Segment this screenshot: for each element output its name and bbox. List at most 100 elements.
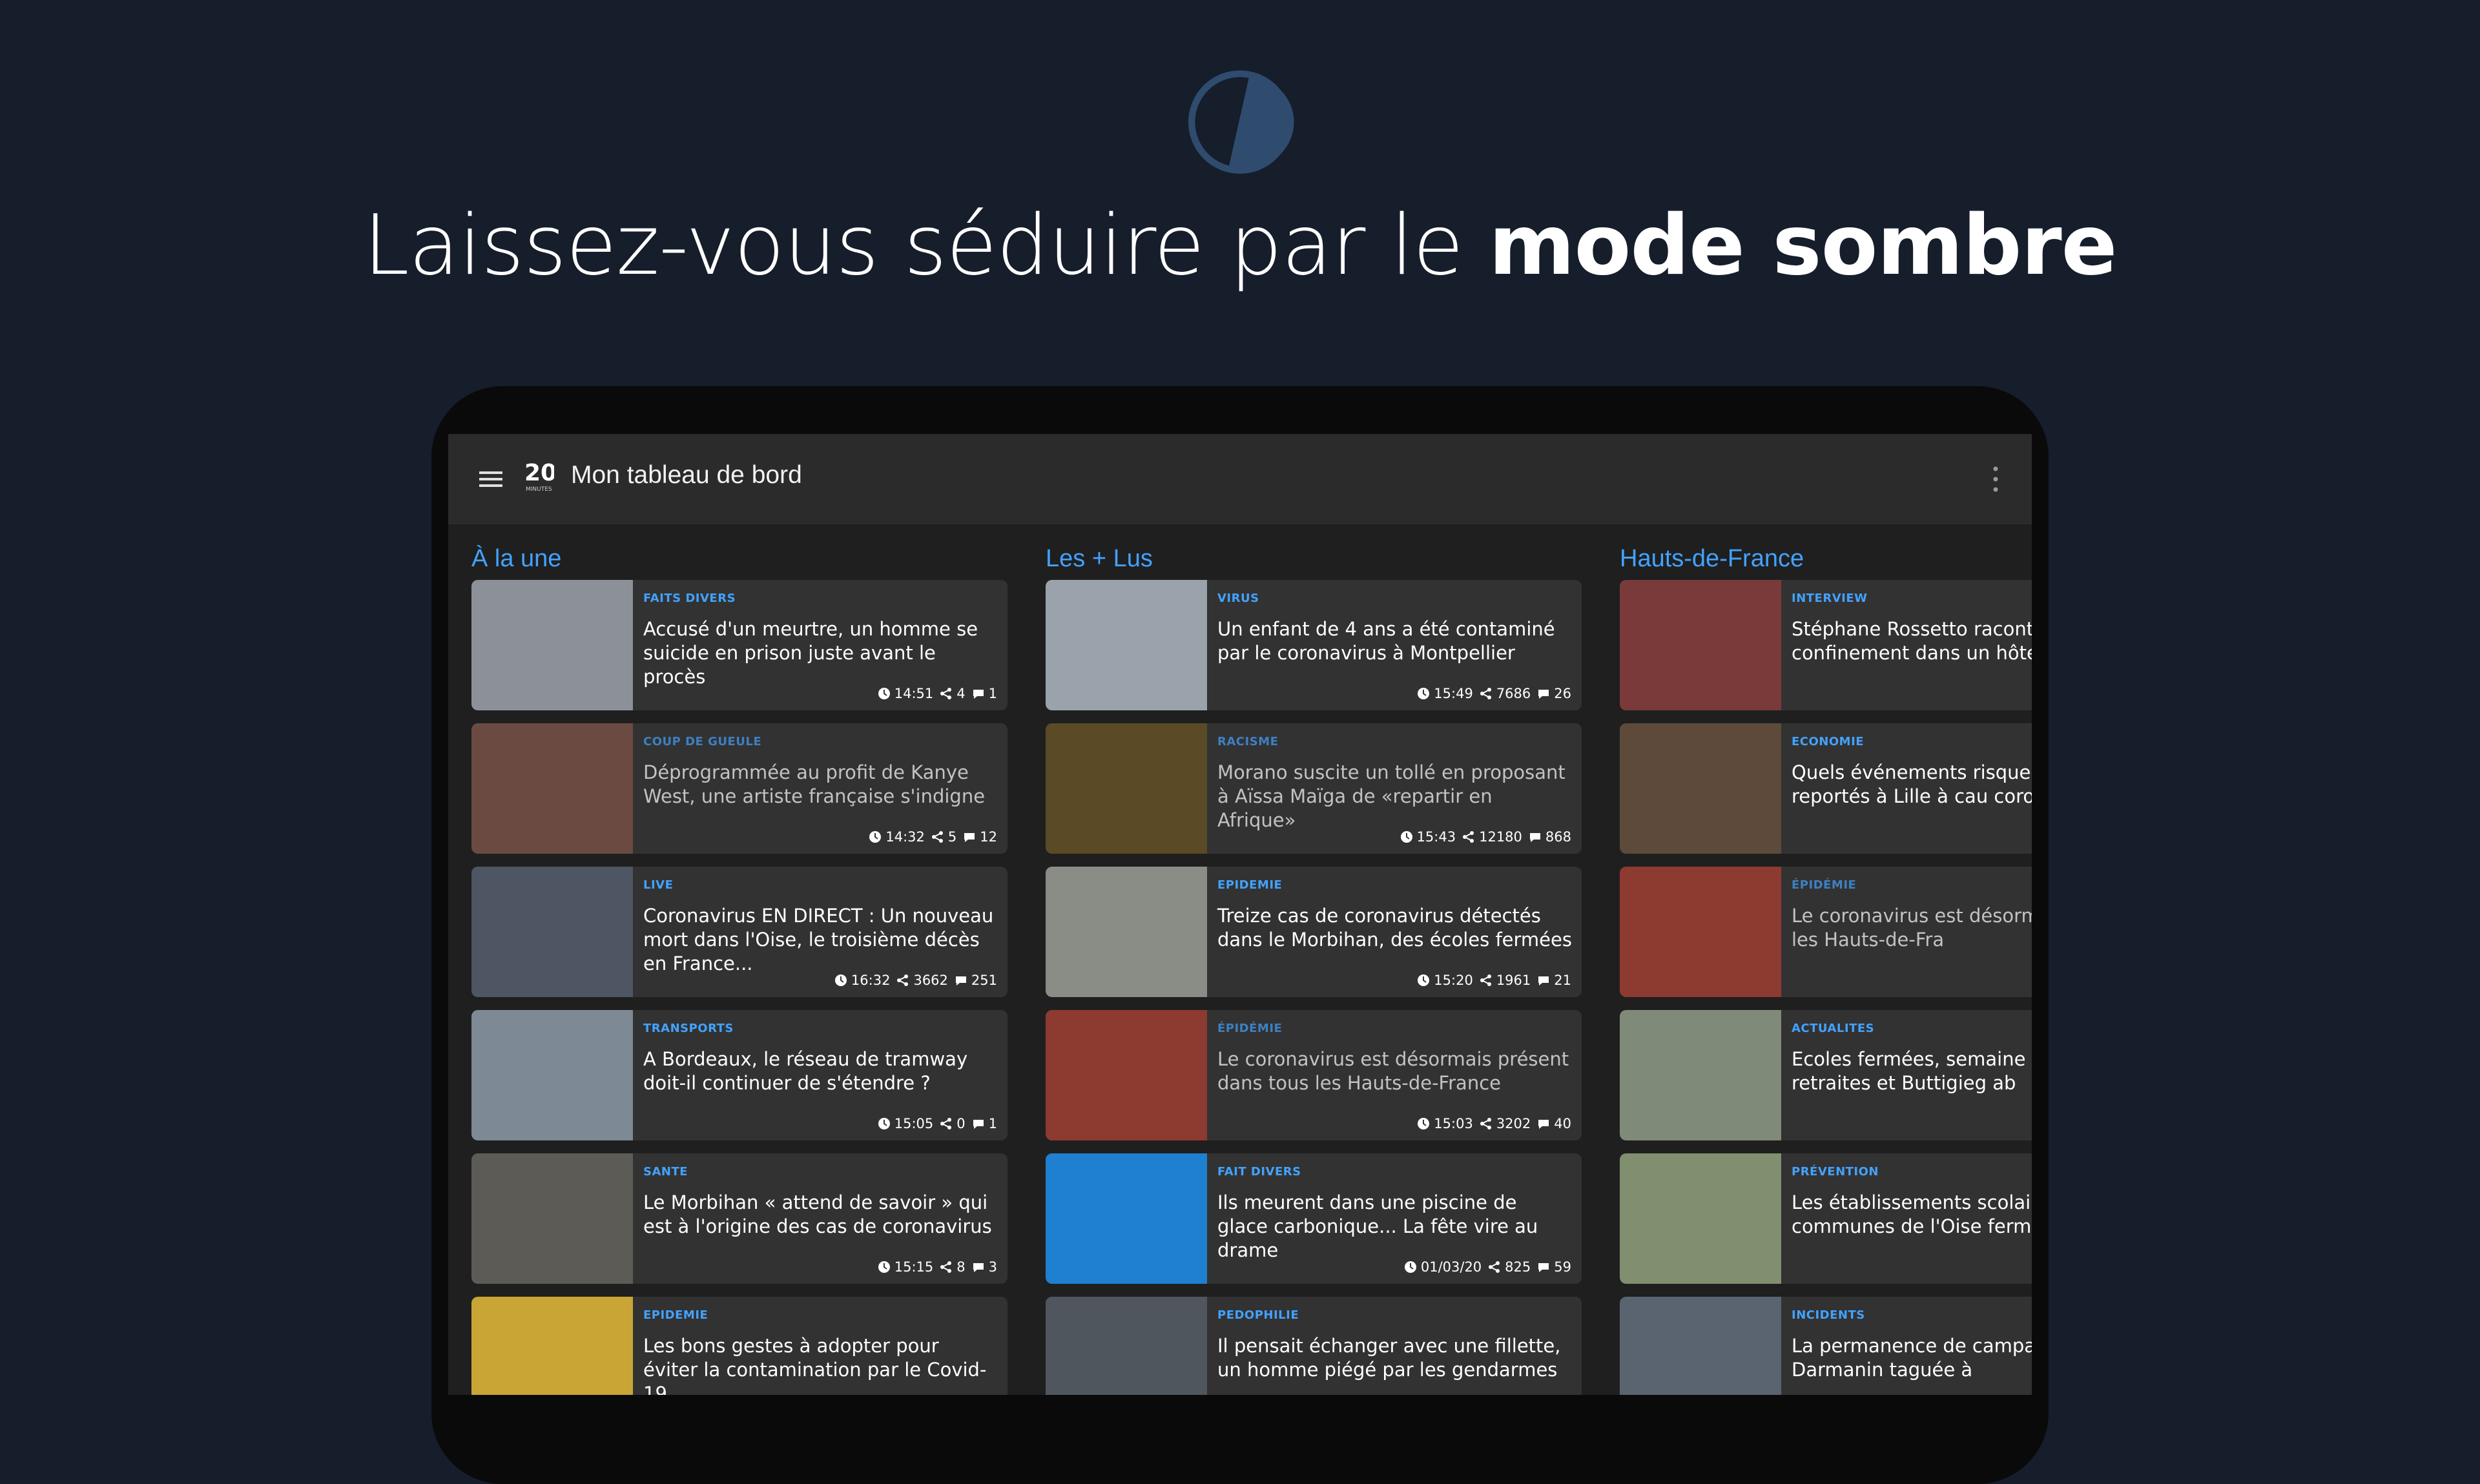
column-title[interactable]: Les + Lus [1046,537,1582,580]
article-card[interactable]: SANTE Le Morbihan « attend de savoir » qu… [471,1153,1008,1284]
article-title: A Bordeaux, le réseau de tramway doit-il… [643,1048,968,1094]
article-title: Treize cas de coronavirus détectés dans … [1217,905,1572,951]
article-category: LIVE [643,878,674,892]
hamburger-menu-icon[interactable] [478,466,504,492]
article-thumbnail [1620,1297,1781,1395]
meta-time: 15:05 [878,1116,933,1131]
share-icon [1480,974,1491,986]
article-category: EPIDEMIE [643,1308,708,1322]
article-title: Il pensait échanger avec une fillette, u… [1217,1335,1561,1381]
meta-time: 15:03 [1417,1116,1473,1131]
article-thumbnail [471,1153,633,1284]
meta-shares-value: 3662 [913,973,948,988]
article-thumbnail [1046,1010,1207,1140]
meta-shares-value: 825 [1505,1259,1531,1275]
article-card[interactable]: INTERVIEW Stéphane Rossetto raconte confi… [1620,580,2032,710]
more-vertical-icon[interactable] [1989,462,2002,496]
meta-time: 14:51 [878,686,933,701]
article-card[interactable]: RACISME Morano suscite un tollé en propos… [1046,723,1582,854]
article-card[interactable]: VIRUS Un enfant de 4 ans a été contaminé … [1046,580,1582,710]
article-card[interactable]: TRANSPORTS A Bordeaux, le réseau de tramw… [471,1010,1008,1140]
article-thumbnail [1620,867,1781,997]
clock-icon [1418,1118,1430,1129]
clock-icon [1400,831,1412,843]
article-card[interactable]: INCIDENTS La permanence de campag Gérald … [1620,1297,2032,1395]
article-category: ÉPIDÉMIE [1792,878,1857,892]
article-card[interactable]: ACTUALITES Ecoles fermées, semaine te les… [1620,1010,2032,1140]
article-card[interactable]: PEDOPHILIE Il pensait échanger avec une f… [1046,1297,1582,1395]
meta-time-value: 15:03 [1434,1116,1473,1131]
clock-icon [834,974,847,986]
meta-shares: 0 [940,1116,966,1131]
meta-time-value: 15:49 [1434,686,1473,701]
article-card[interactable]: COUP DE GUEULE Déprogrammée au profit de … [471,723,1008,854]
clock-icon [878,688,890,699]
article-category: SANTE [643,1165,688,1179]
meta-time-value: 14:32 [885,829,925,845]
meta-shares: 8 [940,1259,966,1275]
column-title[interactable]: À la une [471,537,1008,580]
meta-comments-value: 3 [988,1259,997,1275]
article-card[interactable]: EPIDEMIE Les bons gestes à adopter pour é… [471,1297,1008,1395]
promo-headline: Laissez-vous séduire par le mode sombre [0,198,2480,294]
article-category: ÉPIDÉMIE [1217,1022,1283,1035]
article-meta: 16:32 3662 251 [834,973,997,988]
meta-time-value: 01/03/20 [1420,1259,1482,1275]
comment-icon [973,1263,984,1272]
article-thumbnail [1620,723,1781,854]
meta-time: 01/03/20 [1404,1259,1482,1275]
article-category: ECONOMIE [1792,735,1865,748]
article-card[interactable]: EPIDEMIE Treize cas de coronavirus détect… [1046,867,1582,997]
share-icon [1480,688,1491,699]
article-title: Un enfant de 4 ans a été contaminé par l… [1217,618,1555,664]
article-card[interactable]: FAITS DIVERS Accusé d'un meurtre, un homm… [471,580,1008,710]
share-icon [1463,831,1474,843]
brand-logo: 20 MINUTES [524,460,554,493]
meta-time: 15:49 [1417,686,1473,701]
meta-comments-value: 251 [971,973,997,988]
article-meta: 01/03/20 825 59 [1404,1259,1571,1275]
article-meta: 15:20 1961 21 [1417,973,1571,988]
meta-time: 14:32 [869,829,925,845]
meta-comments: 26 [1537,686,1571,701]
article-card[interactable]: LIVE Coronavirus EN DIRECT : Un nouveau m… [471,867,1008,997]
meta-time: 15:43 [1400,829,1456,845]
article-meta: 15:43 12180 868 [1400,829,1571,845]
comment-icon [973,1120,984,1129]
meta-time: 15:15 [878,1259,933,1275]
article-title: La permanence de campag Gérald Darmanin … [1792,1335,2032,1381]
headline-bold-text: mode sombre [1489,198,2117,294]
app-bar: 20 MINUTES Mon tableau de bord [448,434,2032,524]
column-title[interactable]: Hauts-de-France [1620,537,2032,580]
article-category: COUP DE GUEULE [643,735,762,748]
article-thumbnail [1620,1010,1781,1140]
meta-shares-value: 8 [956,1259,966,1275]
article-thumbnail [471,1010,633,1140]
article-card[interactable]: FAIT DIVERS Ils meurent dans une piscine … [1046,1153,1582,1284]
meta-shares-value: 3202 [1496,1116,1531,1131]
article-thumbnail [471,580,633,710]
meta-comments-value: 40 [1554,1116,1571,1131]
article-category: RACISME [1217,735,1279,748]
article-title: Déprogrammée au profit de Kanye West, un… [643,761,986,807]
article-category: INCIDENTS [1792,1308,1865,1322]
meta-shares-value: 4 [956,686,966,701]
meta-comments: 59 [1537,1259,1571,1275]
article-thumbnail [1046,723,1207,854]
meta-comments: 1 [972,1116,997,1131]
article-card[interactable]: ÉPIDÉMIE Le coronavirus est désormais pré… [1046,1010,1582,1140]
article-card[interactable]: ÉPIDÉMIE Le coronavirus est désorm dans t… [1620,867,2032,997]
article-meta: 14:32 5 12 [869,829,997,845]
article-card[interactable]: ECONOMIE Quels événements risquen d'être … [1620,723,2032,854]
meta-time-value: 16:32 [851,973,891,988]
card-list: VIRUS Un enfant de 4 ans a été contaminé … [1046,580,1582,1395]
meta-comments-value: 1 [988,1116,997,1131]
meta-shares-value: 12180 [1479,829,1522,845]
article-card[interactable]: PRÉVENTION Les établissements scolaire co… [1620,1153,2032,1284]
article-title: Accusé d'un meurtre, un homme se suicide… [643,618,978,688]
article-title: Le coronavirus est désormais présent dan… [1217,1048,1569,1094]
meta-comments-value: 868 [1545,829,1571,845]
meta-shares-value: 5 [947,829,957,845]
clock-icon [869,831,882,843]
article-title: Stéphane Rossetto raconte confinement da… [1792,618,2032,664]
